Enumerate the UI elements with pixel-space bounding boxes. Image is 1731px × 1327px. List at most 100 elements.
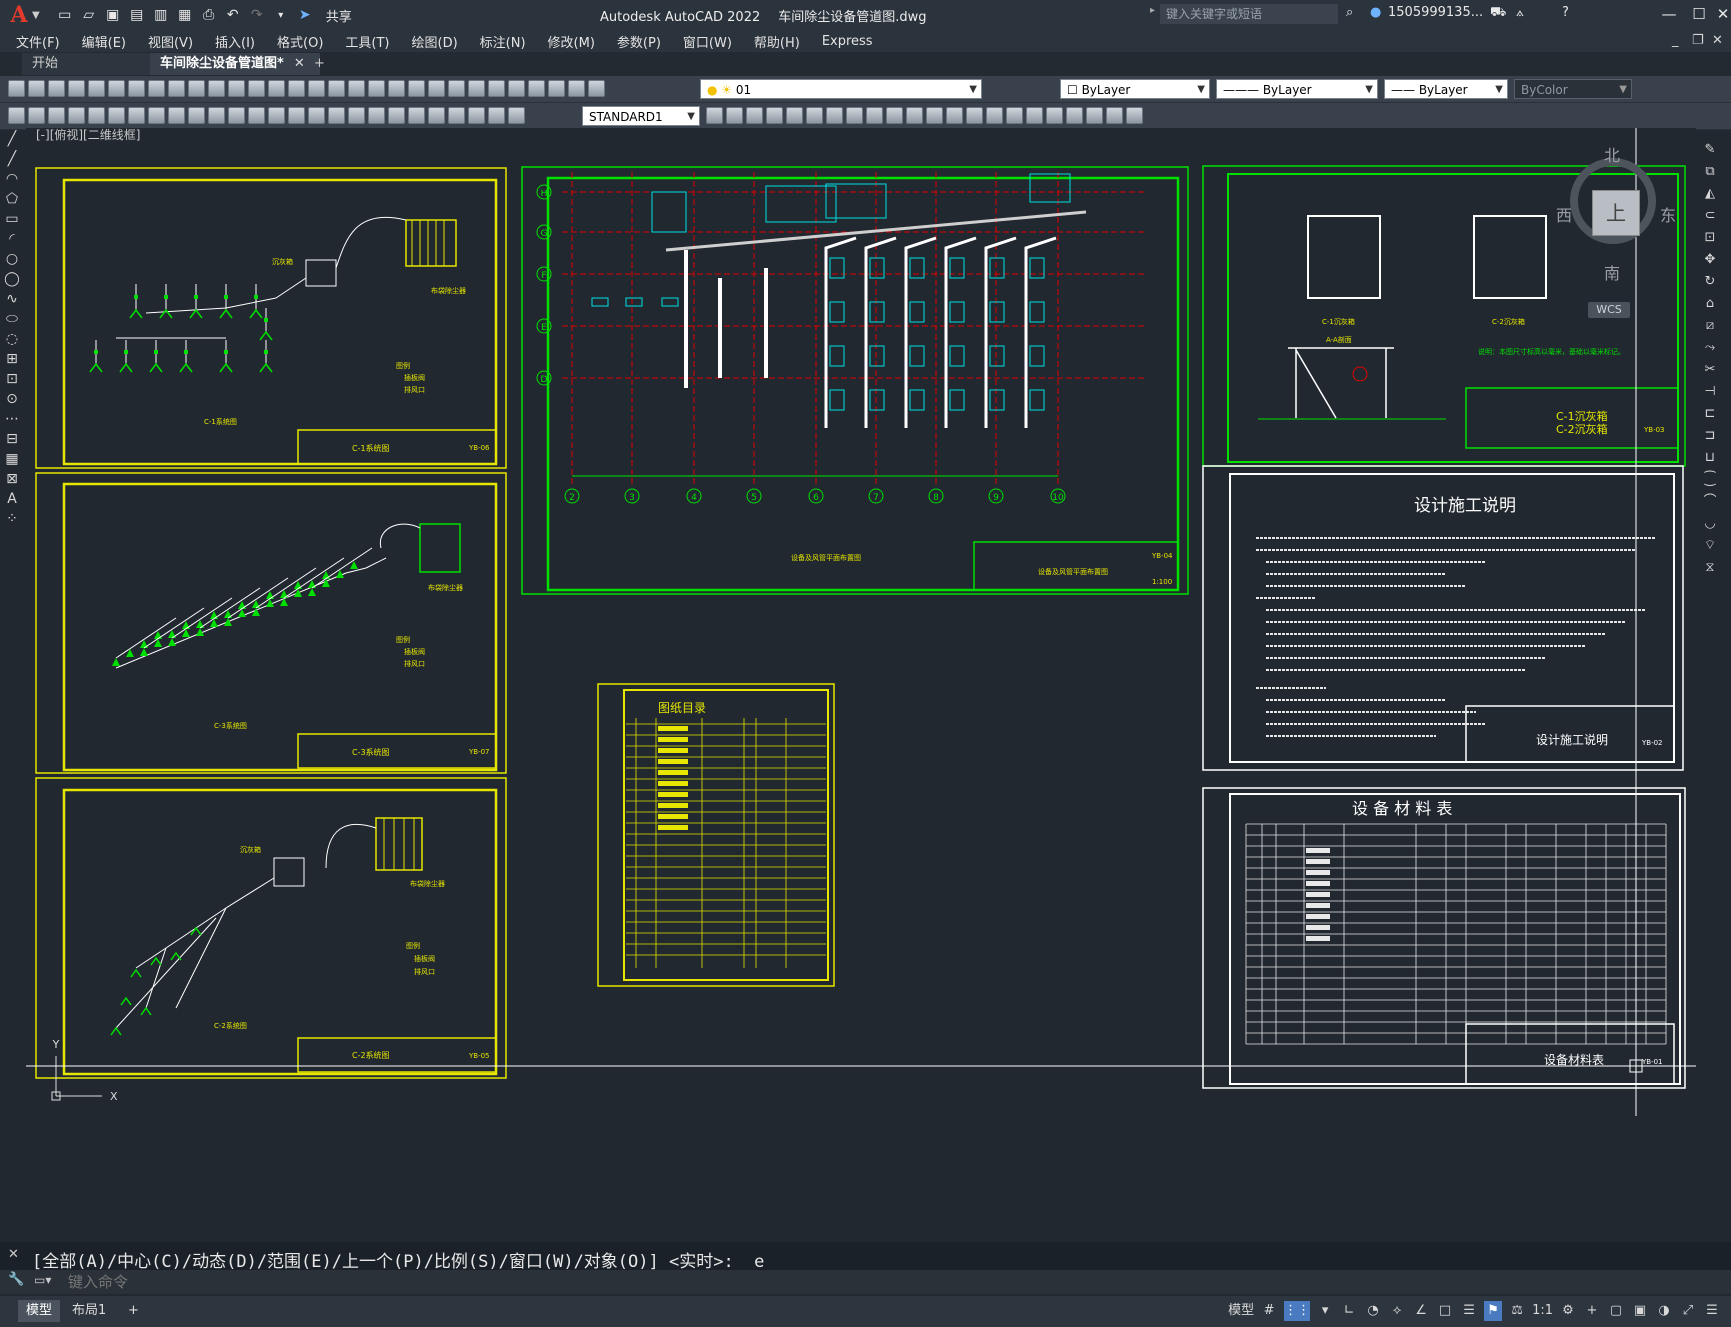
command-customize-icon[interactable]: 🔧 bbox=[8, 1272, 24, 1287]
tool-button-icon[interactable] bbox=[826, 107, 843, 124]
modify-tool-icon[interactable]: ⊏ bbox=[1700, 404, 1720, 423]
draw-tool-icon[interactable]: ⬠ bbox=[3, 190, 21, 208]
menu-file[interactable]: 文件(F) bbox=[16, 32, 60, 51]
modify-tool-icon[interactable]: ⁐ bbox=[1700, 470, 1720, 489]
command-close-icon[interactable]: ✕ bbox=[8, 1247, 19, 1262]
tool-button-icon[interactable] bbox=[228, 107, 245, 124]
draw-tool-icon[interactable]: ⊡ bbox=[3, 370, 21, 388]
draw-tool-icon[interactable]: ∿ bbox=[3, 290, 21, 308]
tool-button-icon[interactable] bbox=[1046, 107, 1063, 124]
draw-tool-icon[interactable]: ◜ bbox=[3, 230, 21, 248]
tool-button-icon[interactable] bbox=[268, 80, 285, 97]
osnap-icon[interactable]: □ bbox=[1436, 1301, 1454, 1321]
tool-button-icon[interactable] bbox=[8, 80, 25, 97]
viewcube-west[interactable]: 西 bbox=[1556, 202, 1572, 226]
modify-tool-icon[interactable]: ⌔ bbox=[1700, 536, 1720, 555]
tool-button-icon[interactable] bbox=[308, 80, 325, 97]
polar-icon[interactable]: ◔ bbox=[1364, 1301, 1382, 1321]
tool-button-icon[interactable] bbox=[408, 80, 425, 97]
menu-express[interactable]: Express bbox=[822, 34, 873, 49]
tool-button-icon[interactable] bbox=[448, 80, 465, 97]
tool-button-icon[interactable] bbox=[1026, 107, 1043, 124]
doc-restore-icon[interactable]: ❐ bbox=[1692, 30, 1704, 52]
menu-modify[interactable]: 修改(M) bbox=[548, 32, 595, 51]
tool-button-icon[interactable] bbox=[886, 107, 903, 124]
tool-button-icon[interactable] bbox=[28, 80, 45, 97]
tool-button-icon[interactable] bbox=[348, 107, 365, 124]
tool-button-icon[interactable] bbox=[348, 80, 365, 97]
tool-button-icon[interactable] bbox=[48, 80, 65, 97]
tool-button-icon[interactable] bbox=[1106, 107, 1123, 124]
tool-button-icon[interactable] bbox=[148, 80, 165, 97]
tool-button-icon[interactable] bbox=[388, 107, 405, 124]
draw-tool-icon[interactable]: ▭ bbox=[3, 210, 21, 228]
modify-tool-icon[interactable]: ⊡ bbox=[1700, 228, 1720, 247]
draw-tool-icon[interactable]: ⊞ bbox=[3, 350, 21, 368]
modify-tool-icon[interactable]: ✂ bbox=[1700, 360, 1720, 379]
customize-status-icon[interactable]: ☰ bbox=[1703, 1301, 1721, 1321]
tool-button-icon[interactable] bbox=[726, 107, 743, 124]
app-menu-chevron-icon[interactable]: ▼ bbox=[32, 10, 40, 21]
tool-button-icon[interactable] bbox=[368, 80, 385, 97]
menu-format[interactable]: 格式(O) bbox=[277, 32, 323, 51]
draw-tool-icon[interactable]: ▦ bbox=[3, 450, 21, 468]
tool-button-icon[interactable] bbox=[248, 107, 265, 124]
isolate-icon[interactable]: ◑ bbox=[1655, 1301, 1673, 1321]
tool-button-icon[interactable] bbox=[88, 80, 105, 97]
tool-button-icon[interactable] bbox=[568, 80, 585, 97]
modify-tool-icon[interactable]: ⊣ bbox=[1700, 382, 1720, 401]
menu-tools[interactable]: 工具(T) bbox=[345, 32, 389, 51]
open-file-icon[interactable]: ▱ bbox=[80, 6, 98, 24]
search-icon[interactable]: ⌕ bbox=[1346, 5, 1353, 20]
tool-button-icon[interactable] bbox=[1086, 107, 1103, 124]
draw-tool-icon[interactable]: ╱ bbox=[3, 130, 21, 148]
modify-tool-icon[interactable]: ⧉ bbox=[1700, 162, 1720, 181]
share-label[interactable]: 共享 bbox=[326, 6, 352, 25]
tool-button-icon[interactable] bbox=[866, 107, 883, 124]
tool-button-icon[interactable] bbox=[946, 107, 963, 124]
tab-start[interactable]: 开始 bbox=[22, 53, 162, 75]
tool-button-icon[interactable] bbox=[68, 107, 85, 124]
clean-screen-icon[interactable]: ⤢ bbox=[1679, 1301, 1697, 1321]
tool-button-icon[interactable] bbox=[388, 80, 405, 97]
add-layout-button[interactable]: + bbox=[120, 1300, 147, 1322]
tool-button-icon[interactable] bbox=[368, 107, 385, 124]
new-tab-icon[interactable]: + bbox=[310, 53, 334, 75]
tab-close-icon[interactable]: ✕ bbox=[294, 56, 305, 71]
modify-tool-icon[interactable]: ✎ bbox=[1700, 140, 1720, 159]
command-input[interactable] bbox=[66, 1271, 1725, 1295]
annotation-icon[interactable]: ⚑ bbox=[1484, 1301, 1503, 1321]
modify-tool-icon[interactable]: ⊂ bbox=[1700, 206, 1720, 225]
tool-button-icon[interactable] bbox=[846, 107, 863, 124]
workspace-gear-icon[interactable]: ⚙ bbox=[1559, 1301, 1577, 1321]
tool-button-icon[interactable] bbox=[906, 107, 923, 124]
doc-close-icon[interactable]: ✕ bbox=[1712, 30, 1723, 52]
tool-button-icon[interactable] bbox=[168, 80, 185, 97]
tool-button-icon[interactable] bbox=[966, 107, 983, 124]
menu-help[interactable]: 帮助(H) bbox=[754, 32, 800, 51]
tool-button-icon[interactable] bbox=[108, 107, 125, 124]
menu-window[interactable]: 窗口(W) bbox=[683, 32, 732, 51]
layer-dropdown[interactable]: ● ☀ 01 ▼ bbox=[700, 79, 982, 99]
autodesk-app-icon[interactable]: ⟑ bbox=[1516, 5, 1524, 20]
tool-button-icon[interactable] bbox=[706, 107, 723, 124]
save-as-icon[interactable]: ▤ bbox=[128, 6, 146, 24]
tool-button-icon[interactable] bbox=[168, 107, 185, 124]
tool-button-icon[interactable] bbox=[408, 107, 425, 124]
tool-button-icon[interactable] bbox=[468, 80, 485, 97]
modify-tool-icon[interactable]: ⤳ bbox=[1700, 338, 1720, 357]
command-recent-icon[interactable]: ▭▾ bbox=[34, 1273, 51, 1287]
color-dropdown[interactable]: ☐ ByLayer ▼ bbox=[1060, 79, 1210, 99]
tool-button-icon[interactable] bbox=[548, 80, 565, 97]
menu-dimension[interactable]: 标注(N) bbox=[480, 32, 526, 51]
menu-draw[interactable]: 绘图(D) bbox=[412, 32, 458, 51]
modify-tool-icon[interactable]: ⌂ bbox=[1700, 294, 1720, 313]
tool-button-icon[interactable] bbox=[328, 80, 345, 97]
lineweight-dropdown[interactable]: —— ByLayer ▼ bbox=[1384, 79, 1508, 99]
draw-tool-icon[interactable]: ⊠ bbox=[3, 470, 21, 488]
draw-tool-icon[interactable]: ○ bbox=[3, 250, 21, 268]
draw-tool-icon[interactable]: ⊟ bbox=[3, 430, 21, 448]
modify-tool-icon[interactable]: ⊐ bbox=[1700, 426, 1720, 445]
save-icon[interactable]: ▣ bbox=[104, 6, 122, 24]
tool-button-icon[interactable] bbox=[428, 107, 445, 124]
